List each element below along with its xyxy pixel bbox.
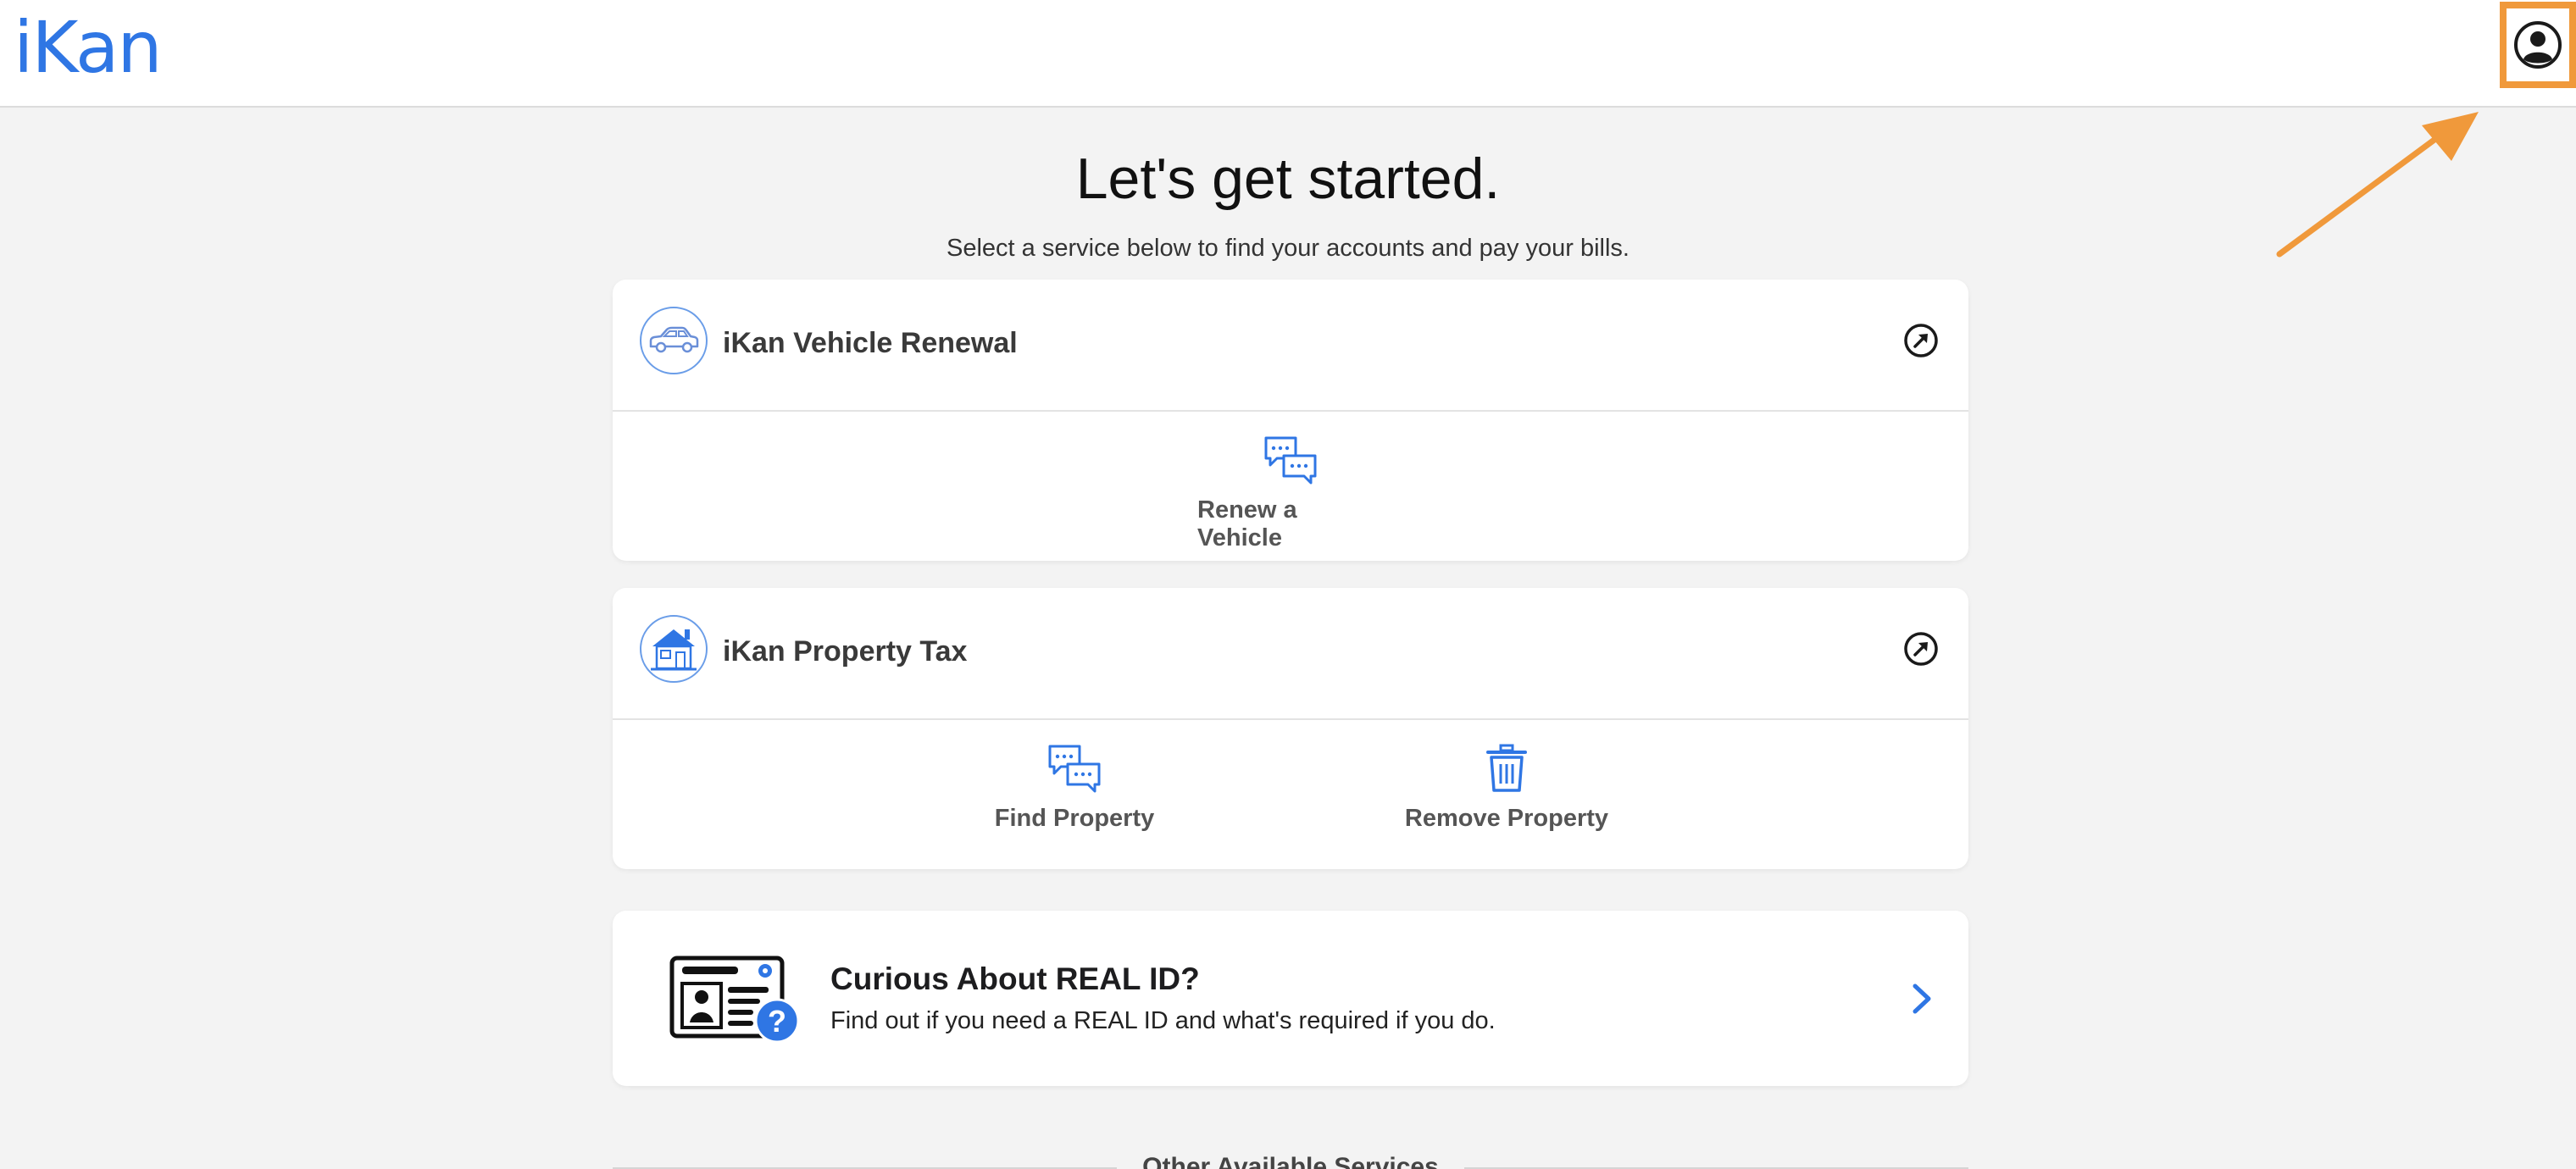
chat-bubbles-icon bbox=[1048, 745, 1101, 793]
user-circle-icon bbox=[2514, 21, 2562, 69]
remove-property-label: Remove Property bbox=[1404, 805, 1609, 832]
other-services-label: Other Available Services bbox=[1117, 1153, 1464, 1169]
property-tax-header[interactable]: iKan Property Tax bbox=[613, 588, 1968, 720]
property-tax-card: iKan Property Tax Find Property Remove P… bbox=[613, 588, 1968, 869]
trash-icon bbox=[1486, 744, 1527, 792]
house-icon bbox=[651, 629, 697, 671]
renew-vehicle-label: Renew a Vehicle bbox=[1197, 496, 1297, 551]
external-link-icon[interactable] bbox=[1902, 630, 1940, 668]
real-id-title: Curious About REAL ID? bbox=[830, 961, 1200, 996]
vehicle-renewal-title: iKan Vehicle Renewal bbox=[723, 327, 1018, 359]
vehicle-badge bbox=[640, 307, 708, 374]
property-badge bbox=[640, 615, 708, 683]
top-bar: iKan bbox=[0, 0, 2576, 108]
chevron-right-icon[interactable] bbox=[1907, 982, 1936, 1016]
vehicle-renewal-header[interactable]: iKan Vehicle Renewal bbox=[613, 280, 1968, 412]
real-id-description: Find out if you need a REAL ID and what'… bbox=[830, 1007, 1496, 1034]
find-property-label: Find Property bbox=[994, 805, 1155, 832]
car-icon bbox=[649, 326, 699, 353]
id-card-question-icon: ? bbox=[669, 956, 800, 1044]
real-id-card[interactable]: ? Curious About REAL ID? Find out if you… bbox=[613, 911, 1968, 1086]
chat-bubbles-icon bbox=[1264, 436, 1317, 485]
remove-property-action[interactable]: Remove Property bbox=[1396, 744, 1617, 833]
property-tax-title: iKan Property Tax bbox=[723, 635, 968, 668]
svg-text:?: ? bbox=[768, 1004, 786, 1039]
page-subtitle: Select a service below to find your acco… bbox=[947, 235, 1629, 262]
external-link-icon[interactable] bbox=[1902, 322, 1940, 359]
profile-button[interactable] bbox=[2513, 20, 2562, 69]
other-services-divider: Other Available Services bbox=[613, 1153, 1968, 1169]
page-title: Let's get started. bbox=[1075, 147, 1501, 211]
find-property-action[interactable]: Find Property bbox=[977, 744, 1172, 833]
renew-vehicle-action[interactable]: Renew a Vehicle bbox=[1197, 435, 1384, 552]
vehicle-renewal-card: iKan Vehicle Renewal Renew a Vehicle bbox=[613, 280, 1968, 561]
profile-highlight-box bbox=[2500, 2, 2576, 88]
ikan-logo[interactable]: iKan bbox=[14, 5, 163, 91]
